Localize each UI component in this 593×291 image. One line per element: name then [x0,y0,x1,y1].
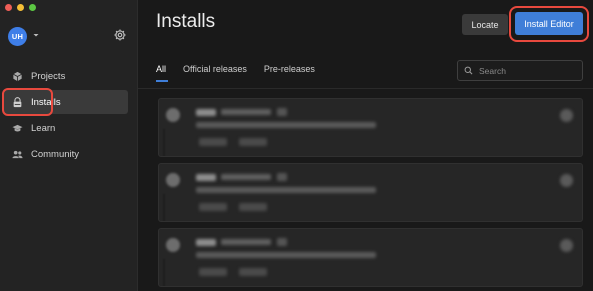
close-window-button[interactable] [5,4,12,11]
tab-official-releases[interactable]: Official releases [183,64,247,82]
people-icon [12,150,23,158]
tab-bar: All Official releases Pre-releases [156,64,332,82]
window-controls [5,4,36,11]
install-row[interactable] [158,98,583,157]
install-path [196,252,376,258]
module-badge [199,268,227,276]
maximize-window-button[interactable] [29,4,36,11]
tab-all[interactable]: All [156,64,169,82]
sidebar-item-installs[interactable]: Installs [2,88,128,116]
sidebar-item-label: Community [31,148,80,160]
highlight-annotation [2,88,53,116]
editor-date [221,239,271,245]
editor-version [196,239,216,246]
search-box[interactable] [457,60,583,81]
install-path [196,122,376,128]
install-row[interactable] [158,163,583,222]
install-row[interactable] [158,228,583,287]
locate-button[interactable]: Locate [462,14,508,35]
editor-tag [277,108,287,116]
module-badge [239,138,267,146]
unity-logo-icon [166,238,180,252]
module-badge [199,138,227,146]
highlight-annotation [509,6,589,42]
editor-version [196,174,216,181]
graduation-cap-icon [12,124,23,131]
more-options-icon[interactable] [560,109,573,122]
more-options-icon[interactable] [560,174,573,187]
gear-icon[interactable] [113,28,127,42]
sidebar-item-community[interactable]: Community [0,142,138,166]
module-badge [239,203,267,211]
sidebar-item-label: Learn [31,122,56,134]
editor-tag [277,238,287,246]
unity-logo-icon [166,108,180,122]
row-accent [163,259,165,286]
sidebar-item-projects[interactable]: Projects [0,64,138,88]
more-options-icon[interactable] [560,239,573,252]
sidebar: UH Projects Installs Learn Community [0,0,138,291]
row-accent [163,194,165,221]
editor-tag [277,173,287,181]
sidebar-nav: Projects Installs Learn Community [0,64,138,168]
divider [138,88,593,89]
tab-pre-releases[interactable]: Pre-releases [264,64,315,82]
chevron-down-icon[interactable] [32,31,40,39]
sidebar-item-learn[interactable]: Learn [0,116,138,140]
editor-version [196,109,216,116]
cube-icon [13,71,22,81]
module-badge [199,203,227,211]
row-accent [163,129,165,156]
module-badge [239,268,267,276]
avatar[interactable]: UH [8,27,27,46]
sidebar-item-label: Projects [31,70,66,82]
editor-date [221,174,271,180]
search-input[interactable] [479,65,569,76]
page-title: Installs [156,11,216,32]
minimize-window-button[interactable] [17,4,24,11]
install-path [196,187,376,193]
unity-logo-icon [166,173,180,187]
search-icon [464,66,473,75]
editor-date [221,109,271,115]
